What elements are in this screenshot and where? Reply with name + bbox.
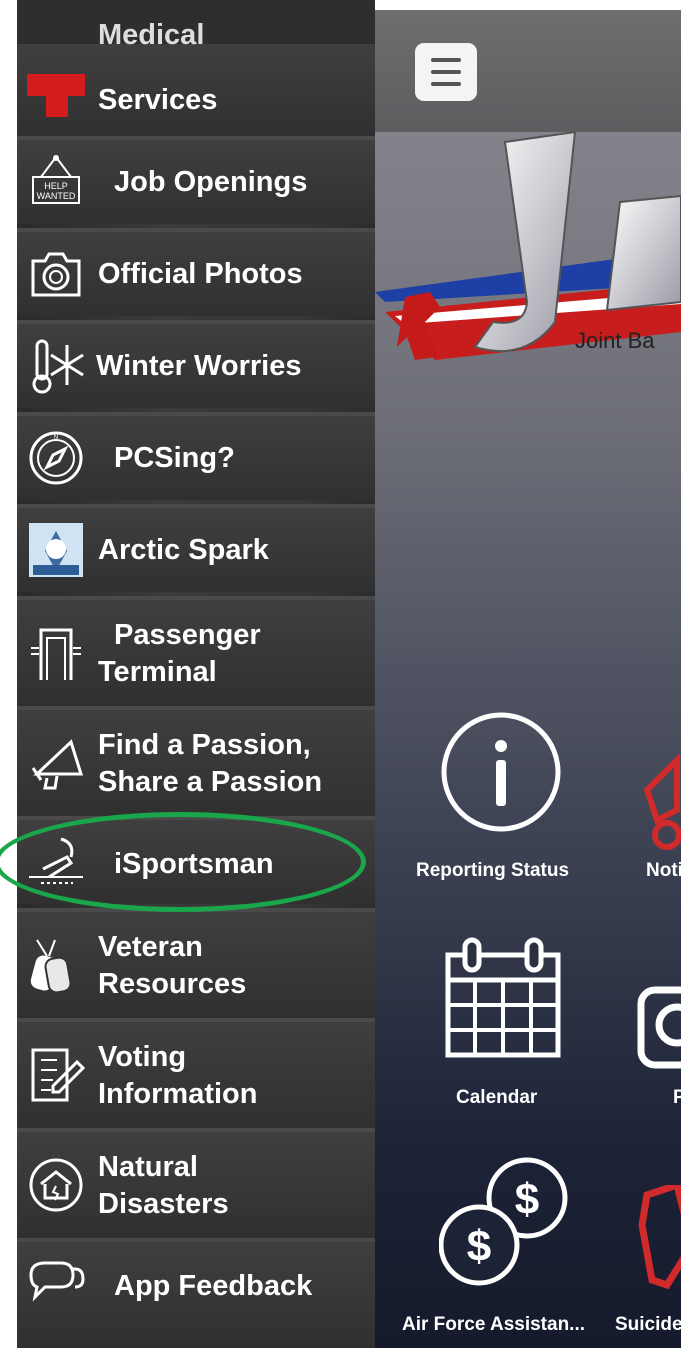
arctic-spark-logo-icon <box>29 523 83 577</box>
svg-text:$: $ <box>515 1175 539 1224</box>
sidebar-item-label: Voting <box>98 1041 187 1073</box>
sidebar-item-label: Arctic Spark <box>98 534 269 566</box>
sidebar-item-label: Share a Passion <box>98 766 323 798</box>
sidebar-item-label: iSportsman <box>114 848 274 880</box>
calendar-icon <box>445 937 561 1058</box>
sidebar-item-job-openings[interactable]: HELP WANTED Job Openings <box>17 136 375 224</box>
dollar-coins-icon: $ $ <box>439 1157 568 1286</box>
chat-bubbles-icon <box>29 1261 85 1302</box>
dog-tags-icon <box>30 939 72 994</box>
tile-label: P <box>673 1087 681 1108</box>
main-panel: Joint Ba Reporting Status Noti Calendar … <box>375 10 681 1348</box>
tile-label: Air Force Assistan... <box>402 1314 586 1335</box>
sidebar-item-label: Natural <box>98 1151 198 1183</box>
help-wanted-sign-icon: HELP WANTED <box>32 155 80 204</box>
sidebar-item-label: Information <box>98 1078 258 1110</box>
sidebar-item-label: Find a Passion, <box>98 729 311 761</box>
ballot-icon <box>31 1048 85 1102</box>
sidebar-item-label: Services <box>98 84 218 116</box>
megaphone-icon <box>31 739 84 790</box>
sidebar-item-label: Resources <box>98 968 247 1000</box>
sidebar-item-label: Job Openings <box>114 166 308 198</box>
sidebar-item-medical-services[interactable]: Medical Services <box>17 19 375 136</box>
compass-icon: N <box>29 431 83 485</box>
tile-label: Suicide <box>615 1314 681 1335</box>
fishing-icon <box>29 837 83 884</box>
sidebar-item-official-photos[interactable]: Official Photos <box>17 228 375 316</box>
sidebar-item-isportsman[interactable]: iSportsman <box>17 816 375 904</box>
sidebar-item-label: PCSing? <box>114 442 235 474</box>
sidebar-item-app-feedback[interactable]: App Feedback <box>17 1238 375 1348</box>
hamburger-menu-button[interactable] <box>415 43 477 101</box>
thermometer-snowflake-icon <box>32 339 84 394</box>
tile-label: Reporting Status <box>416 860 570 881</box>
navigation-drawer: Medical Services HELP WANTED Job Opening… <box>17 0 375 1348</box>
sidebar-item-label: Veteran <box>98 931 203 963</box>
sidebar-item-label: Medical <box>98 19 205 51</box>
sidebar-item-natural-disasters[interactable]: Natural Disasters <box>17 1128 375 1238</box>
tile-label: Noti <box>646 860 681 881</box>
disaster-house-icon <box>29 1158 83 1212</box>
sidebar-item-winter-worries[interactable]: Winter Worries <box>17 320 375 408</box>
sidebar-item-label: Terminal <box>98 656 217 688</box>
megaphone-red-icon <box>643 752 681 850</box>
info-circle-icon <box>441 712 561 832</box>
sidebar-item-passenger-terminal[interactable]: Passenger Terminal <box>17 596 375 706</box>
svg-text:$: $ <box>467 1222 491 1271</box>
sidebar-item-label: App Feedback <box>114 1270 313 1302</box>
sidebar-item-label: Winter Worries <box>96 350 302 382</box>
svg-text:HELP: HELP <box>44 181 68 191</box>
banner-subtitle: Joint Ba <box>575 328 655 353</box>
top-bar <box>375 10 681 132</box>
sidebar-item-arctic-spark[interactable]: Arctic Spark <box>17 504 375 592</box>
sidebar-item-voting-information[interactable]: Voting Information <box>17 1018 375 1128</box>
sidebar-item-find-a-passion[interactable]: Find a Passion, Share a Passion <box>17 706 375 816</box>
sidebar-item-label: Passenger <box>114 619 261 651</box>
sidebar-item-veteran-resources[interactable]: Veteran Resources <box>17 908 375 1018</box>
sidebar-item-pcsing[interactable]: N PCSing? <box>17 412 375 500</box>
sidebar-item-label: Disasters <box>98 1188 229 1220</box>
red-cross-icon <box>27 74 85 117</box>
tile-label: Calendar <box>456 1087 538 1108</box>
camera-icon <box>31 252 81 297</box>
left-edge-strip <box>0 0 17 1348</box>
camera-white-icon <box>637 986 681 1069</box>
sidebar-item-label: Official Photos <box>98 258 303 290</box>
terminal-gate-icon <box>31 628 81 680</box>
svg-text:N: N <box>54 435 58 441</box>
svg-text:WANTED: WANTED <box>37 191 76 201</box>
hand-red-icon <box>638 1185 681 1290</box>
